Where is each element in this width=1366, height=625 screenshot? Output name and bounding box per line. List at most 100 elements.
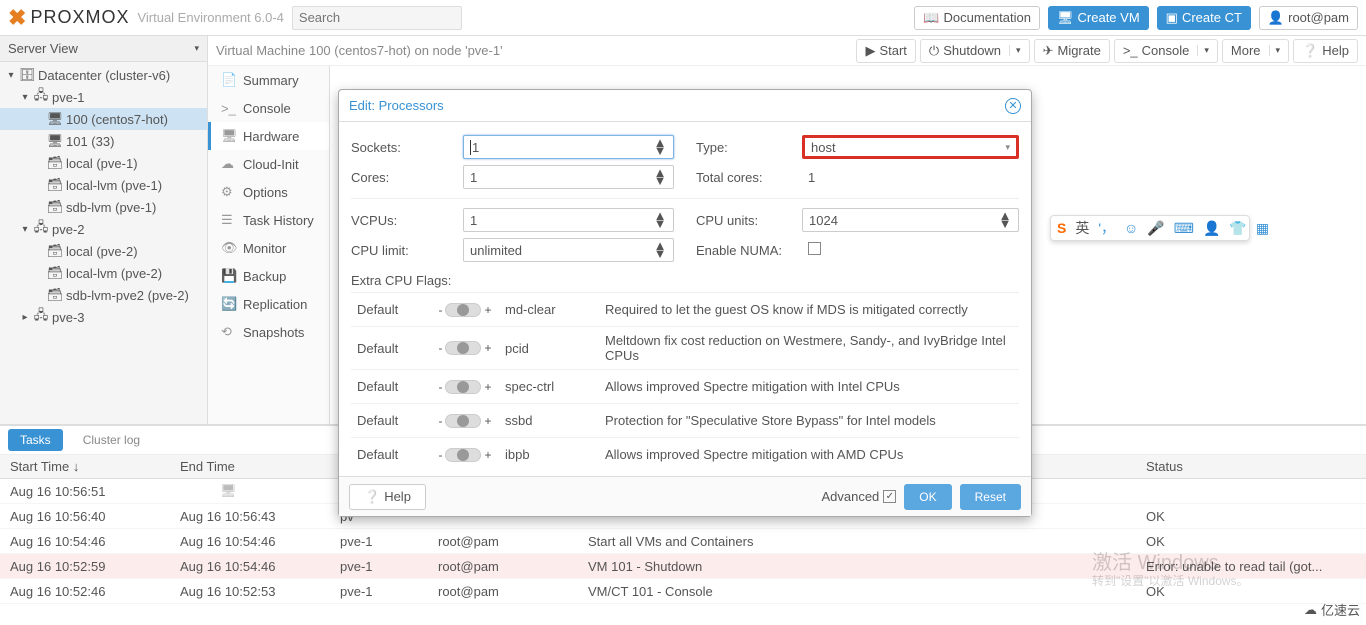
user-icon[interactable]: 👤	[1203, 220, 1220, 237]
col-status[interactable]: Status	[1146, 459, 1366, 474]
tree-label: pve-1	[52, 90, 85, 105]
col-start-time[interactable]: Start Time ↓	[0, 459, 180, 474]
tab-tasks[interactable]: Tasks	[8, 429, 63, 451]
submenu-item-backup[interactable]: 💾Backup	[208, 262, 329, 290]
advanced-toggle[interactable]: Advanced✓	[821, 489, 896, 504]
submenu-item-task-history[interactable]: ☰Task History	[208, 206, 329, 234]
flag-slider[interactable]: - +	[425, 341, 505, 355]
submenu-item-cloud-init[interactable]: ☁Cloud-Init	[208, 150, 329, 178]
create-vm-button[interactable]: 🖥Create VM	[1048, 6, 1149, 30]
tab-cluster-log[interactable]: Cluster log	[71, 429, 152, 451]
sockets-input[interactable]: 1▲▼	[463, 135, 674, 159]
spin-down-icon[interactable]: ▼	[653, 220, 667, 228]
modal-body: Sockets: 1▲▼ Type: host▾ Cores: 1▲▼ Tota…	[339, 122, 1031, 476]
col-end-time[interactable]: End Time	[180, 459, 340, 474]
close-icon[interactable]: ✕	[1005, 98, 1021, 114]
storage-icon: 🗃	[48, 244, 62, 258]
submenu-item-summary[interactable]: 📄Summary	[208, 66, 329, 94]
tree-item[interactable]: 🗃local (pve-1)	[0, 152, 207, 174]
submenu-item-snapshots[interactable]: ⟲Snapshots	[208, 318, 329, 346]
cpu-type-select[interactable]: host▾	[802, 135, 1019, 159]
flag-slider[interactable]: - +	[425, 414, 505, 428]
flag-name: spec-ctrl	[505, 379, 605, 394]
cube-icon: ▣	[1166, 10, 1178, 26]
create-ct-button[interactable]: ▣Create CT	[1157, 6, 1251, 30]
tree-label: local-lvm (pve-2)	[66, 266, 162, 281]
tree-item[interactable]: ▾🗄Datacenter (cluster-v6)	[0, 64, 207, 86]
storage-icon: 🗃	[48, 156, 62, 170]
console-button[interactable]: >_Console▾	[1114, 39, 1218, 63]
tree-label: pve-3	[52, 310, 85, 325]
submenu-label: Task History	[243, 213, 314, 228]
cores-input[interactable]: 1▲▼	[463, 165, 674, 189]
migrate-button[interactable]: ✈Migrate	[1034, 39, 1110, 63]
submenu-item-hardware[interactable]: 🖥Hardware	[208, 122, 329, 150]
tree-item[interactable]: ▾🖧pve-1	[0, 86, 207, 108]
start-button[interactable]: ▶Start	[856, 39, 915, 63]
task-row[interactable]: Aug 16 10:54:46 Aug 16 10:54:46 pve-1 ro…	[0, 529, 1366, 554]
spin-down-icon[interactable]: ▼	[998, 220, 1012, 228]
edit-processors-modal: Edit: Processors ✕ Sockets: 1▲▼ Type: ho…	[338, 89, 1032, 517]
submenu-label: Console	[243, 101, 291, 116]
help-button[interactable]: ❔Help	[349, 484, 426, 510]
chevron-down-icon[interactable]: ▾	[1269, 45, 1281, 56]
punct-icon[interactable]: '，	[1098, 218, 1115, 238]
cpu-limit-input[interactable]: unlimited▲▼	[463, 238, 674, 262]
chevron-down-icon[interactable]: ▾	[1009, 45, 1021, 56]
tree-item[interactable]: 🗃local (pve-2)	[0, 240, 207, 262]
play-icon: ▶	[865, 43, 875, 59]
help-button[interactable]: ❔Help	[1293, 39, 1358, 63]
vcpus-input[interactable]: 1▲▼	[463, 208, 674, 232]
tree-item[interactable]: 🖥101 (33)	[0, 130, 207, 152]
tree-item[interactable]: 🖥100 (centos7-hot)	[0, 108, 207, 130]
flag-slider[interactable]: - +	[425, 448, 505, 462]
tree-item[interactable]: ▸🖧pve-3	[0, 306, 207, 328]
advanced-checkbox[interactable]: ✓	[883, 490, 896, 503]
spin-down-icon[interactable]: ▼	[653, 250, 667, 258]
flag-slider[interactable]: - +	[425, 380, 505, 394]
tree-item[interactable]: 🗃local-lvm (pve-1)	[0, 174, 207, 196]
mic-icon[interactable]: 🎤	[1147, 220, 1164, 237]
lang-indicator[interactable]: 英	[1075, 218, 1089, 238]
sogou-icon[interactable]: S	[1057, 220, 1066, 236]
flag-desc: Meltdown fix cost reduction on Westmere,…	[605, 333, 1019, 363]
task-row[interactable]: Aug 16 10:52:59 Aug 16 10:54:46 pve-1 ro…	[0, 554, 1366, 579]
emoji-icon[interactable]: ☺	[1124, 220, 1138, 236]
spin-down-icon[interactable]: ▼	[653, 147, 667, 155]
cpu-flags-list[interactable]: Default - + md-clear Required to let the…	[351, 292, 1019, 470]
flag-name: md-clear	[505, 302, 605, 317]
more-button[interactable]: More▾	[1222, 39, 1289, 63]
ime-toolbar[interactable]: S 英 '， ☺ 🎤 ⌨ 👤 👕 ▦	[1050, 215, 1250, 241]
spin-down-icon[interactable]: ▼	[653, 177, 667, 185]
tree-item[interactable]: ▾🖧pve-2	[0, 218, 207, 240]
tree-item[interactable]: 🗃sdb-lvm (pve-1)	[0, 196, 207, 218]
flag-name: ssbd	[505, 413, 605, 428]
submenu-item-replication[interactable]: 🔄Replication	[208, 290, 329, 318]
monitor-icon: 🖥	[48, 134, 62, 148]
search-input[interactable]	[292, 6, 462, 30]
task-row[interactable]: Aug 16 10:52:46 Aug 16 10:52:53 pve-1 ro…	[0, 579, 1366, 604]
flag-default-label: Default	[351, 413, 425, 428]
submenu-item-options[interactable]: ⚙Options	[208, 178, 329, 206]
flag-slider[interactable]: - +	[425, 303, 505, 317]
logo-text: PROXMOX	[30, 7, 129, 28]
sidebar-header[interactable]: Server View ▾	[0, 36, 207, 62]
logo: ✖ PROXMOX	[8, 5, 129, 31]
toolbox-icon[interactable]: ▦	[1256, 220, 1269, 237]
ok-button[interactable]: OK	[904, 484, 951, 510]
user-menu-button[interactable]: 👤root@pam	[1259, 6, 1358, 30]
documentation-button[interactable]: 📖Documentation	[914, 6, 1040, 30]
sockets-label: Sockets:	[351, 140, 463, 155]
shutdown-button[interactable]: ⏻Shutdown▾	[920, 39, 1030, 63]
numa-checkbox[interactable]	[808, 242, 821, 255]
submenu-item-console[interactable]: >_Console	[208, 94, 329, 122]
skin-icon[interactable]: 👕	[1229, 220, 1246, 237]
tree-item[interactable]: 🗃local-lvm (pve-2)	[0, 262, 207, 284]
submenu-item-monitor[interactable]: 👁Monitor	[208, 234, 329, 262]
caret-icon: ▾	[20, 224, 30, 235]
chevron-down-icon[interactable]: ▾	[1197, 45, 1209, 56]
tree-item[interactable]: 🗃sdb-lvm-pve2 (pve-2)	[0, 284, 207, 306]
reset-button[interactable]: Reset	[960, 484, 1021, 510]
cpu-units-input[interactable]: 1024▲▼	[802, 208, 1019, 232]
keyboard-icon[interactable]: ⌨	[1174, 220, 1194, 237]
